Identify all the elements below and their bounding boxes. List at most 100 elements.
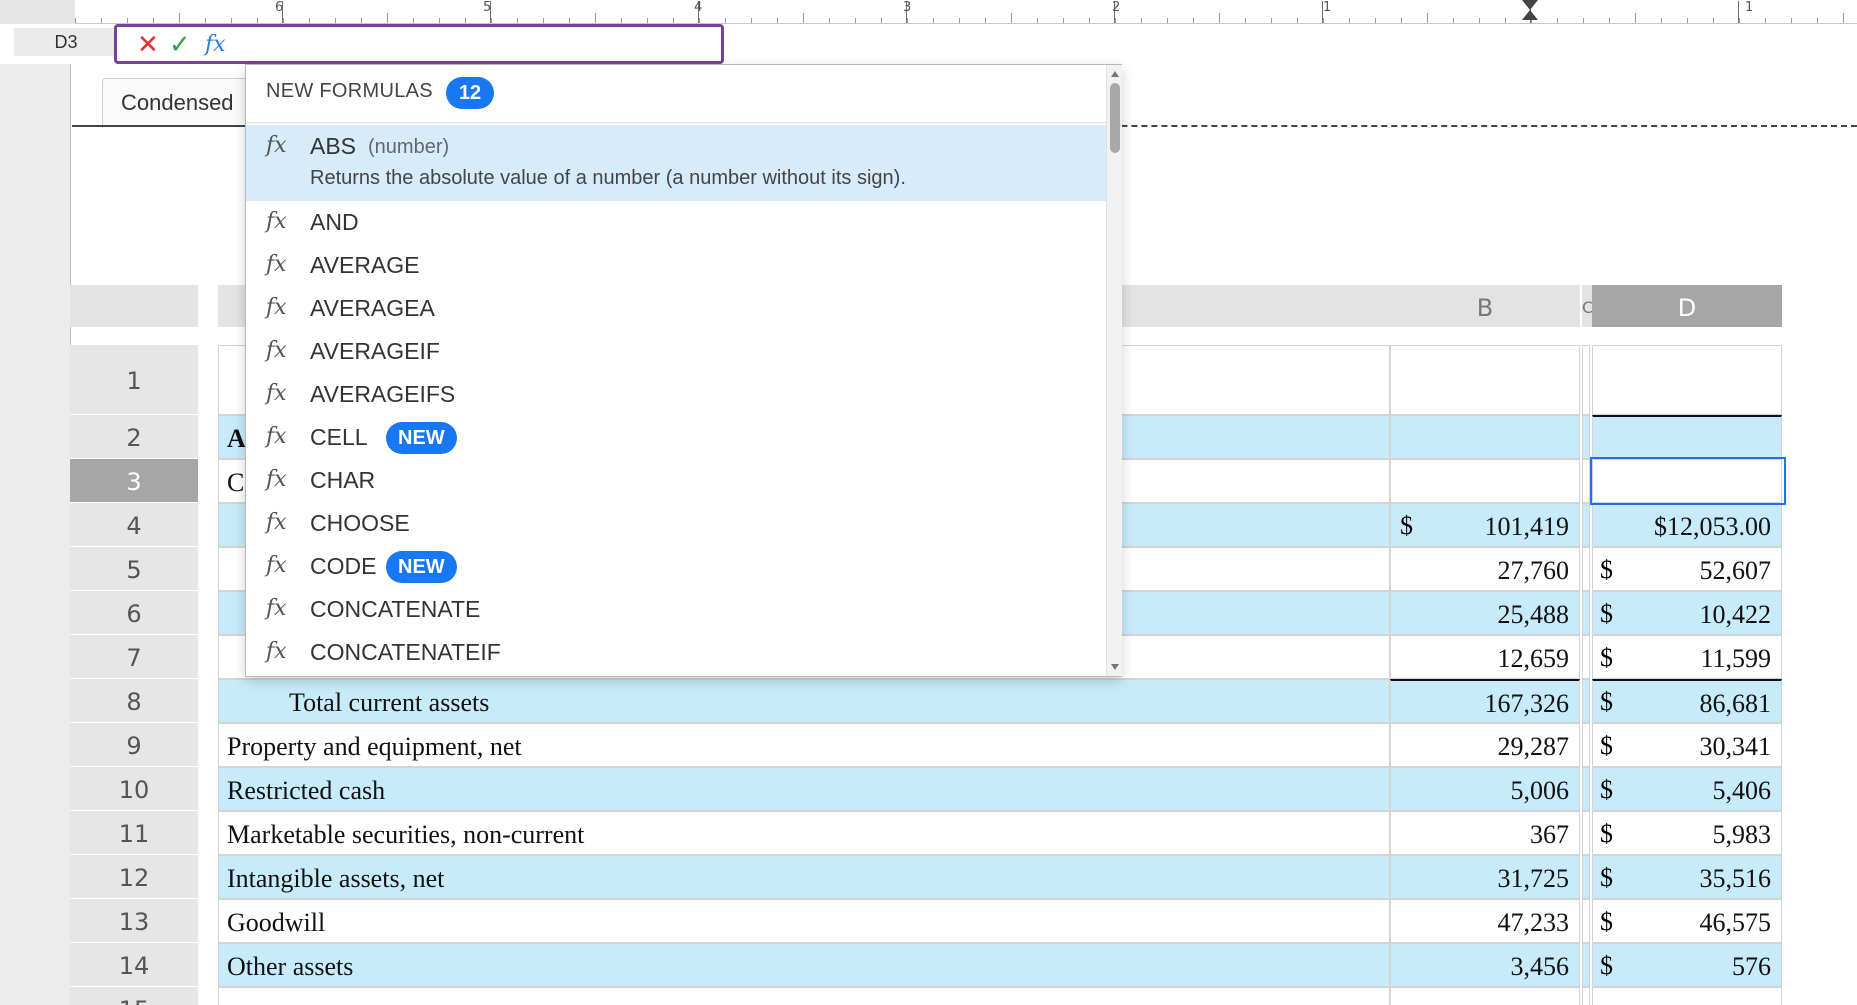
ruler-tick [153, 18, 154, 23]
selected-cell-d3[interactable] [1590, 457, 1786, 505]
new-badge: NEW [386, 551, 457, 583]
cell-value-b[interactable]: 367 [1390, 811, 1580, 855]
formula-item-and[interactable]: fx AND [246, 201, 1106, 244]
cell-value-b[interactable]: 5,006 [1390, 767, 1580, 811]
cell-label[interactable]: Total current assets [218, 679, 1390, 723]
cell-value-d[interactable] [1592, 987, 1782, 1005]
row-header-12[interactable]: 12 [70, 855, 198, 899]
ruler-tick [127, 18, 128, 23]
dropdown-scrollbar[interactable] [1106, 65, 1122, 676]
cell-label[interactable]: Restricted cash [218, 767, 1390, 811]
ruler-tick [309, 18, 310, 23]
formula-item-averageifs[interactable]: fx AVERAGEIFS [246, 373, 1106, 416]
row-header-4[interactable]: 4 [70, 503, 198, 547]
formula-item-averageif[interactable]: fx AVERAGEIF [246, 330, 1106, 373]
ruler-tick [413, 18, 414, 23]
cancel-icon[interactable]: ✕ [137, 29, 159, 60]
row-header-10[interactable]: 10 [70, 767, 198, 811]
column-header-d[interactable]: D [1592, 285, 1782, 327]
indent-marker-icon[interactable] [1522, 0, 1538, 10]
formula-item-averagea[interactable]: fx AVERAGEA [246, 287, 1106, 330]
cell-value-b[interactable]: 167,326 [1390, 679, 1580, 723]
row-header-15[interactable]: 15 [70, 987, 198, 1005]
cell-value-d[interactable]: 86,681 [1592, 679, 1782, 723]
cell-label[interactable]: Intangible assets, net [218, 855, 1390, 899]
function-icon: fx [266, 133, 287, 158]
cell-reference-box[interactable]: D3 [14, 28, 118, 56]
formula-item-char[interactable]: fx CHAR [246, 459, 1106, 502]
formula-item-concatenate[interactable]: fx CONCATENATE [246, 588, 1106, 631]
cell-value-b[interactable]: 27,760 [1390, 547, 1580, 591]
ruler-tick [1505, 18, 1506, 23]
scroll-up-icon[interactable] [1111, 71, 1119, 77]
cell-value-d[interactable]: 10,422 [1592, 591, 1782, 635]
cell-value-b[interactable] [1390, 459, 1580, 503]
row-header-1[interactable]: 1 [70, 345, 198, 415]
ruler-tick [1739, 18, 1740, 23]
row-header-9[interactable]: 9 [70, 723, 198, 767]
formula-item-average[interactable]: fx AVERAGE [246, 244, 1106, 287]
indent-marker-bottom-icon[interactable] [1522, 10, 1538, 20]
ruler-tick [1453, 18, 1454, 23]
scrollbar-thumb[interactable] [1110, 83, 1120, 153]
ruler-tick [1713, 18, 1714, 23]
cell-value-d[interactable]: 5,406 [1592, 767, 1782, 811]
cell-value-d[interactable]: 11,599 [1592, 635, 1782, 679]
ruler-tick-half [595, 13, 596, 23]
cell-value-d[interactable]: 30,341 [1592, 723, 1782, 767]
formula-item-choose[interactable]: fx CHOOSE [246, 502, 1106, 545]
formula-input[interactable]: ✕ ✓ fx [114, 24, 724, 64]
cell-value-d[interactable]: 576 [1592, 943, 1782, 987]
cell-label[interactable]: Marketable securities, non-current [218, 811, 1390, 855]
ruler-tick [673, 18, 674, 23]
cell-value-b[interactable]: 3,456 [1390, 943, 1580, 987]
ruler-tick [1661, 18, 1662, 23]
column-header-c[interactable]: C [1582, 285, 1592, 327]
formula-item-code[interactable]: fx CODE NEW [246, 545, 1106, 588]
scroll-down-icon[interactable] [1111, 664, 1119, 670]
cell-value-d[interactable]: 46,575 [1592, 899, 1782, 943]
cell-value-d[interactable]: 52,607 [1592, 547, 1782, 591]
currency-symbol: $ [1600, 951, 1613, 980]
currency-symbol: $ [1600, 863, 1613, 892]
row-header-2[interactable]: 2 [70, 415, 198, 459]
cell-value-d[interactable]: $12,053.00 [1592, 503, 1782, 547]
formula-item-abs[interactable]: fx ABS (number) Returns the absolute value … [246, 125, 1106, 201]
cell-label[interactable]: Goodwill [218, 899, 1390, 943]
cell-value-b[interactable]: 101,419 [1390, 503, 1580, 547]
cell-label[interactable]: Property and equipment, net [218, 723, 1390, 767]
cell-value-b[interactable]: 31,725 [1390, 855, 1580, 899]
horizontal-ruler: 6 5 4 3 2 1 1 [0, 0, 1857, 24]
cell-value-b[interactable]: 12,659 [1390, 635, 1580, 679]
cell-value-d[interactable]: 35,516 [1592, 855, 1782, 899]
condensed-view-tab[interactable]: Condensed [102, 78, 252, 128]
formula-item-concatenateif[interactable]: fx CONCATENATEIF [246, 631, 1106, 674]
cell-label[interactable]: Other assets [218, 943, 1390, 987]
ruler-tick [283, 18, 284, 23]
cell-value-b[interactable] [1390, 345, 1580, 415]
row-header-6[interactable]: 6 [70, 591, 198, 635]
cell-value-b[interactable] [1390, 987, 1580, 1005]
row-header-5[interactable]: 5 [70, 547, 198, 591]
confirm-icon[interactable]: ✓ [169, 29, 191, 60]
cell-value-b[interactable]: 29,287 [1390, 723, 1580, 767]
cell-value-b[interactable] [1390, 415, 1580, 459]
cell-value-b[interactable]: 47,233 [1390, 899, 1580, 943]
cell-value-d[interactable] [1592, 415, 1782, 459]
row-header-3[interactable]: 3 [70, 459, 198, 503]
currency-symbol: $ [1600, 819, 1613, 848]
function-icon[interactable]: fx [205, 32, 226, 57]
row-header-14[interactable]: 14 [70, 943, 198, 987]
row-header-8[interactable]: 8 [70, 679, 198, 723]
row-header-13[interactable]: 13 [70, 899, 198, 943]
ruler-margin [0, 0, 75, 24]
formula-item-cell[interactable]: fx CELL NEW [246, 416, 1106, 459]
cell-value-d[interactable] [1592, 345, 1782, 415]
column-header-b[interactable]: B [1390, 285, 1580, 327]
corner-header[interactable] [70, 285, 198, 327]
cell-value-d[interactable]: 5,983 [1592, 811, 1782, 855]
row-header-11[interactable]: 11 [70, 811, 198, 855]
cell-label[interactable] [218, 987, 1390, 1005]
cell-value-b[interactable]: 25,488 [1390, 591, 1580, 635]
row-header-7[interactable]: 7 [70, 635, 198, 679]
